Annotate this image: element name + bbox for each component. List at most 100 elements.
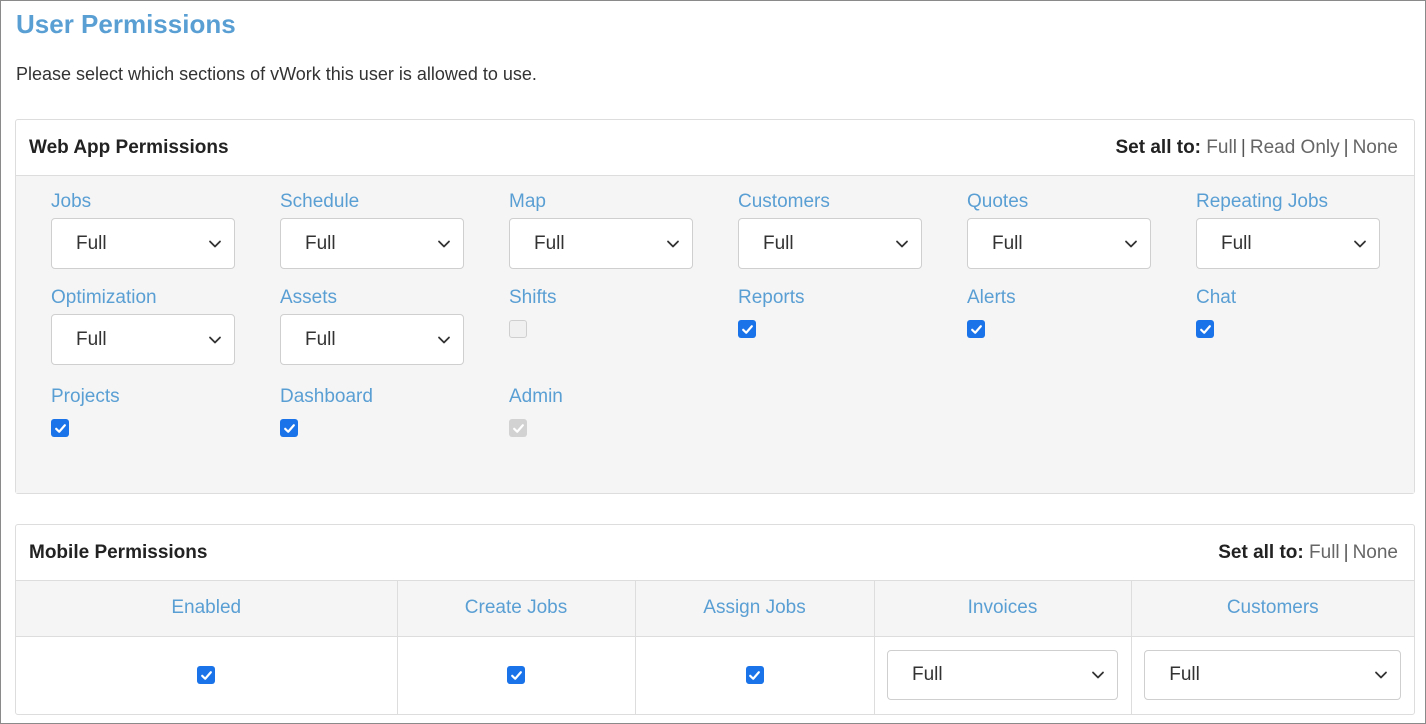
check-icon [741,323,754,336]
chevron-down-icon [1124,237,1138,251]
mobile-set-all: Set all to: Full | None [1218,541,1398,563]
web-chat-label: Chat [1196,287,1237,308]
mobile-create-jobs-header: Create Jobs [397,581,636,637]
page-subtitle: Please select which sections of vWork th… [16,64,537,84]
web-repeating-jobs-select[interactable]: Full [1196,218,1380,269]
web-customers-select[interactable]: Full [738,218,922,269]
mobile-permissions-title: Mobile Permissions [29,541,208,563]
web-customers-label: Customers [738,191,830,212]
web-set-all-full-link[interactable]: Full [1206,137,1237,158]
web-shifts-cell: Shifts [509,286,693,338]
web-alerts-checkbox[interactable] [967,320,985,338]
web-jobs-select[interactable]: Full [51,218,235,269]
check-icon [283,422,296,435]
mobile-assign-jobs-header: Assign Jobs [635,581,875,637]
web-alerts-cell: Alerts [967,286,1151,338]
mobile-enabled-checkbox[interactable] [197,666,216,685]
check-icon [200,669,213,682]
web-map-select[interactable]: Full [509,218,693,269]
chevron-down-icon [1353,237,1367,251]
web-repeating-jobs-label: Repeating Jobs [1196,191,1329,212]
chevron-down-icon [208,333,222,347]
mobile-permissions-header: Mobile Permissions Set all to: Full | None [16,525,1414,581]
chevron-down-icon [208,237,222,251]
web-optimization-select-value: Full [76,328,107,350]
web-dashboard-label: Dashboard [280,386,373,407]
web-permissions-panel: Web App Permissions Set all to: Full | Rea… [15,119,1415,494]
mobile-header-row: Enabled Create Jobs Assign Jobs Invoices Cus… [16,581,1414,637]
web-chat-checkbox[interactable] [1196,320,1214,338]
mobile-customers-select-value: Full [1169,664,1200,686]
web-assets-select[interactable]: Full [280,314,464,365]
check-icon [512,422,525,435]
web-alerts-label: Alerts [967,287,1016,308]
mobile-permissions-table: Enabled Create Jobs Assign Jobs Invoices Cus… [16,581,1414,714]
web-repeating-jobs-cell: Repeating Jobs Full [1196,190,1380,269]
web-permissions-title: Web App Permissions [29,136,229,158]
chevron-down-icon [437,333,451,347]
web-permissions-grid: Jobs Full Schedule Full Map Full Customers Full… [16,176,1414,493]
web-assets-cell: Assets Full [280,286,464,365]
web-quotes-select[interactable]: Full [967,218,1151,269]
web-set-all-none-link[interactable]: None [1353,137,1398,158]
mobile-customers-select[interactable]: Full [1144,650,1402,701]
web-set-all-read-only-link[interactable]: Read Only [1250,137,1340,158]
mobile-set-all-full-link[interactable]: Full [1309,542,1340,563]
web-reports-checkbox[interactable] [738,320,756,338]
web-projects-label: Projects [51,386,120,407]
check-icon [510,669,523,682]
web-customers-select-value: Full [763,232,794,254]
mobile-permissions-panel: Mobile Permissions Set all to: Full | None… [15,524,1415,715]
mobile-set-all-none-link[interactable]: None [1353,542,1398,563]
mobile-customers-cell: Full [1131,636,1414,714]
web-shifts-checkbox [509,320,527,338]
web-admin-cell: Admin [509,385,693,437]
mobile-invoices-select[interactable]: Full [887,650,1118,701]
web-assets-label: Assets [280,287,338,308]
web-assets-select-value: Full [305,328,336,350]
chevron-down-icon [437,237,451,251]
web-quotes-select-value: Full [992,232,1023,254]
web-optimization-select[interactable]: Full [51,314,235,365]
mobile-create-jobs-cell [397,636,636,714]
web-jobs-cell: Jobs Full [51,190,235,269]
web-jobs-select-value: Full [76,232,107,254]
web-repeating-jobs-select-value: Full [1221,232,1252,254]
web-shifts-label: Shifts [509,287,557,308]
chevron-down-icon [1374,668,1388,682]
web-chat-cell: Chat [1196,286,1380,338]
web-schedule-label: Schedule [280,191,360,212]
web-map-label: Map [509,191,546,212]
mobile-set-all-label: Set all to: [1218,541,1304,563]
web-jobs-label: Jobs [51,191,92,212]
mobile-assign-jobs-cell [635,636,875,714]
chevron-down-icon [895,237,909,251]
check-icon [970,323,983,336]
mobile-assign-jobs-checkbox[interactable] [745,666,764,685]
mobile-create-jobs-checkbox[interactable] [507,666,525,685]
check-icon [1199,323,1212,336]
web-reports-label: Reports [738,287,805,308]
web-set-all-label: Set all to: [1115,136,1202,158]
web-schedule-select[interactable]: Full [280,218,464,269]
web-permissions-header: Web App Permissions Set all to: Full | Rea… [16,120,1414,176]
web-map-cell: Map Full [509,190,693,269]
mobile-customers-header: Customers [1131,581,1414,637]
check-icon [748,669,761,682]
web-projects-checkbox[interactable] [51,419,69,437]
mobile-enabled-cell [16,636,398,714]
page-title: User Permissions [16,9,236,39]
mobile-enabled-header: Enabled [16,581,398,637]
web-admin-label: Admin [509,386,563,407]
web-quotes-label: Quotes [967,191,1029,212]
web-projects-cell: Projects [51,385,235,437]
web-dashboard-checkbox[interactable] [280,419,298,437]
mobile-invoices-select-value: Full [912,664,943,686]
window-frame: User Permissions Please select which sec… [0,0,1426,724]
web-schedule-cell: Schedule Full [280,190,464,269]
web-reports-cell: Reports [738,286,922,338]
web-schedule-select-value: Full [305,232,336,254]
web-customers-cell: Customers Full [738,190,922,269]
web-set-all: Set all to: Full | Read Only | None [1115,136,1399,158]
web-admin-checkbox [509,419,527,437]
